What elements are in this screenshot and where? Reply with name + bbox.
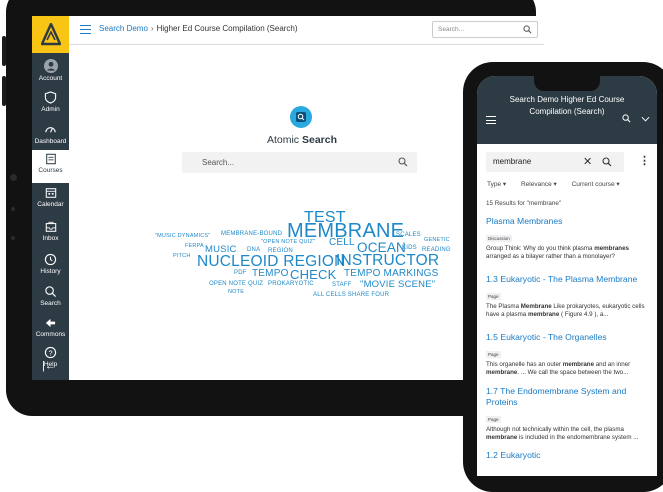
result-type-badge: Discussion bbox=[486, 235, 512, 242]
result-title[interactable]: 1.2 Eukaryotic bbox=[486, 450, 651, 461]
more-options-icon[interactable]: ⋮ bbox=[639, 154, 650, 167]
result-title[interactable]: 1.7 The Endomembrane System and Proteins bbox=[486, 386, 651, 408]
phone-notch bbox=[534, 76, 600, 91]
search-result[interactable]: 1.3 Eukaryotic - The Plasma Membrane Pag… bbox=[486, 274, 651, 320]
phone-device: Search Demo Higher Ed Course Compilation… bbox=[463, 62, 663, 492]
cloud-word[interactable]: PITCH bbox=[173, 253, 191, 260]
result-type-badge: Page bbox=[486, 351, 501, 358]
nav-help-button[interactable]: ? Help bbox=[32, 346, 69, 368]
search-icon[interactable] bbox=[622, 114, 631, 123]
cloud-word[interactable]: PROKARYOTIC bbox=[268, 281, 314, 287]
phone-header-actions bbox=[622, 113, 650, 123]
svg-text:?: ? bbox=[48, 348, 52, 357]
phone-search-input[interactable]: membrane ✕ bbox=[486, 152, 624, 172]
tablet-sensor bbox=[11, 207, 15, 211]
cloud-word[interactable]: TEMPO MARKINGS bbox=[344, 269, 438, 279]
cloud-word[interactable]: OPEN NOTE QUIZ bbox=[209, 281, 263, 287]
cloud-word[interactable]: TEMPO bbox=[252, 269, 289, 279]
clear-icon[interactable]: ✕ bbox=[583, 155, 592, 168]
search-result[interactable]: Plasma Membranes Discussion Group Think:… bbox=[486, 216, 651, 262]
filter-relevance[interactable]: Relevance ▾ bbox=[521, 181, 557, 188]
tablet-button bbox=[2, 76, 6, 106]
search-result[interactable]: 1.2 Eukaryotic bbox=[486, 450, 651, 461]
phone-screen: Search Demo Higher Ed Course Compilation… bbox=[477, 76, 657, 476]
cloud-word[interactable]: MEMBRANE-BOUND bbox=[221, 231, 282, 237]
cloud-word[interactable]: NOTE bbox=[228, 289, 244, 296]
cloud-word[interactable]: PDF bbox=[234, 270, 247, 276]
phone-header: Search Demo Higher Ed Course Compilation… bbox=[477, 76, 657, 144]
cloud-word[interactable]: KIDS bbox=[402, 245, 417, 251]
cloud-word[interactable]: STAFF bbox=[332, 282, 352, 288]
result-title[interactable]: 1.5 Eukaryotic - The Organelles bbox=[486, 332, 651, 343]
result-type-badge: Page bbox=[486, 293, 501, 300]
cloud-word[interactable]: CHECK bbox=[290, 268, 337, 281]
result-title[interactable]: Plasma Membranes bbox=[486, 216, 651, 227]
cloud-word[interactable]: "OPEN NOTE QUIZ" bbox=[261, 239, 315, 246]
result-snippet: Although not technically within the cell… bbox=[486, 426, 639, 442]
result-type-badge: Page bbox=[486, 416, 501, 423]
filter-bar: Type ▾ Relevance ▾ Current course ▾ bbox=[487, 180, 633, 188]
phone-title: Search Demo Higher Ed Course Compilation… bbox=[509, 95, 625, 116]
cloud-word[interactable]: SCALES bbox=[396, 232, 421, 238]
cloud-word[interactable]: GENETIC bbox=[424, 237, 450, 244]
nav-label: Help bbox=[43, 361, 58, 368]
menu-icon[interactable] bbox=[486, 116, 496, 127]
filter-course[interactable]: Current course ▾ bbox=[572, 181, 620, 188]
search-icon[interactable] bbox=[602, 157, 612, 167]
result-count: 15 Results for "membrane" bbox=[486, 200, 562, 207]
tablet-button bbox=[2, 36, 6, 66]
cloud-word[interactable]: CELL bbox=[329, 238, 355, 248]
cloud-word[interactable]: "MUSIC DYNAMICS" bbox=[155, 233, 210, 240]
cloud-word[interactable]: ALL CELLS SHARE FOUR bbox=[313, 292, 389, 298]
result-snippet: This organelle has an outer membrane and… bbox=[486, 361, 631, 377]
cloud-word[interactable]: FERPA bbox=[185, 243, 204, 250]
tablet-camera bbox=[10, 174, 17, 181]
search-result[interactable]: 1.7 The Endomembrane System and Proteins… bbox=[486, 386, 651, 443]
tablet-sensor bbox=[11, 236, 15, 240]
search-result[interactable]: 1.5 Eukaryotic - The Organelles Page Thi… bbox=[486, 332, 651, 378]
result-snippet: Group Think: Why do you think plasma mem… bbox=[486, 245, 629, 261]
tablet-device: Account Admin Dashboard Courses Calendar… bbox=[2, 0, 544, 416]
cloud-word[interactable]: INSTRUCTOR bbox=[336, 253, 439, 269]
cloud-word[interactable]: "MOVIE SCENE" bbox=[360, 280, 435, 290]
result-title[interactable]: 1.3 Eukaryotic - The Plasma Membrane bbox=[486, 274, 651, 285]
search-value: membrane bbox=[493, 157, 532, 166]
help-icon: ? bbox=[44, 346, 57, 359]
result-snippet: The Plasma Membrane Like prokaryotes, eu… bbox=[486, 303, 645, 319]
filter-type[interactable]: Type ▾ bbox=[487, 181, 506, 188]
chevron-down-icon[interactable] bbox=[641, 116, 650, 122]
